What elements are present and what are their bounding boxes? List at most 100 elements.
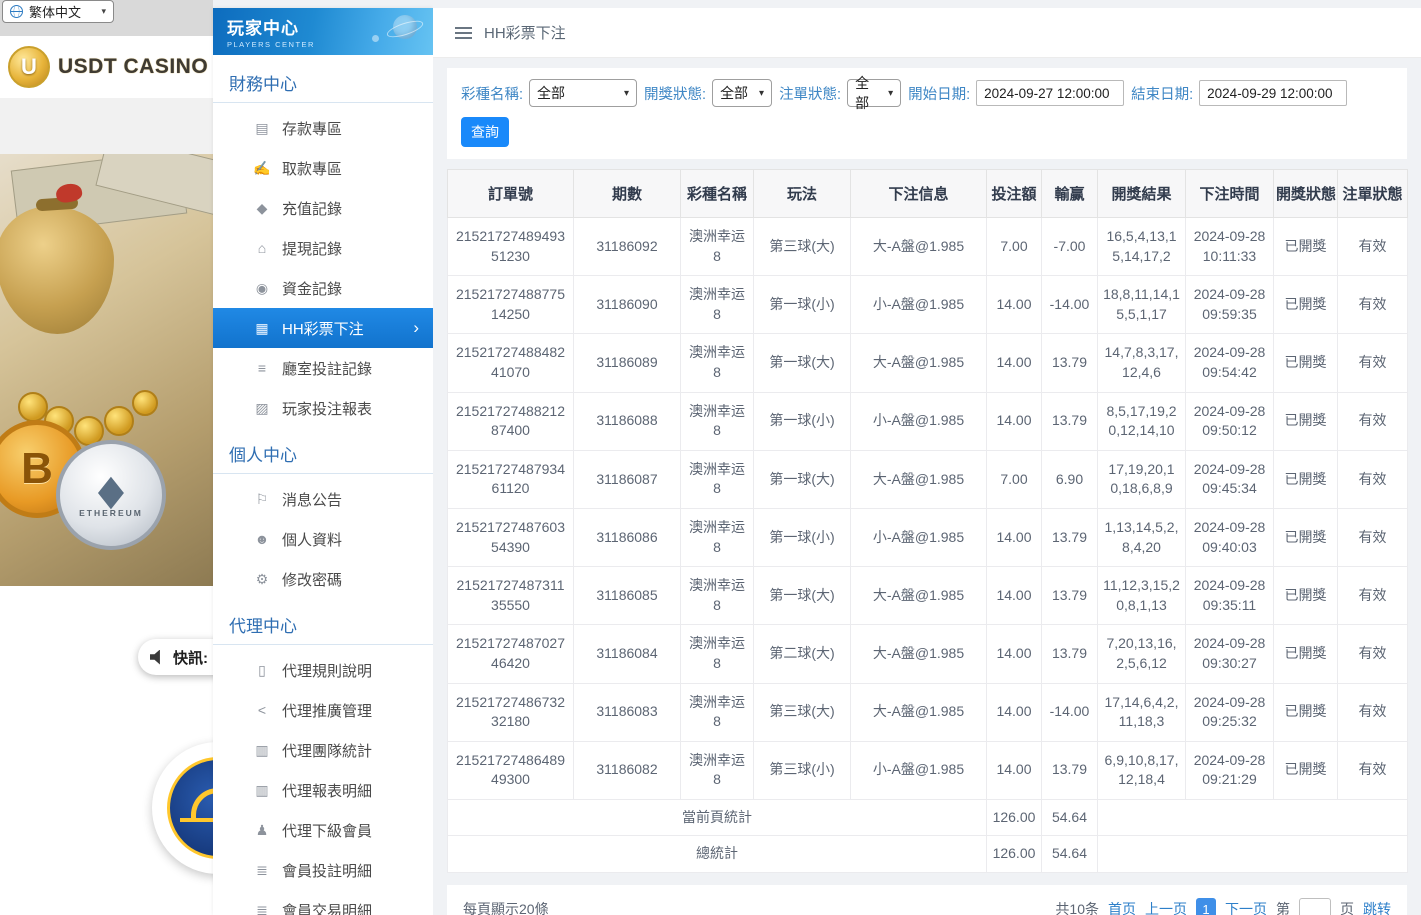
cell-order-no: 2152172748648949300	[448, 741, 574, 799]
site-logo[interactable]: U USDT CASINO	[0, 36, 213, 98]
page-jump-input[interactable]	[1299, 898, 1331, 915]
pagination-bar: 每頁顯示20條 共10条 首页 上一页 1 下一页 第 页 跳转	[447, 885, 1407, 915]
cell-play-type: 第三球(小)	[754, 741, 851, 799]
cell-bet-info: 大-A盤@1.985	[851, 683, 987, 741]
first-page-link[interactable]: 首页	[1108, 899, 1136, 915]
cell-bet-amount: 7.00	[987, 450, 1042, 508]
col-header-lottery-name: 彩種名稱	[681, 170, 754, 218]
announcement-icon: ⚐	[253, 491, 271, 508]
sidebar-item-announcements[interactable]: ⚐消息公告	[213, 479, 433, 519]
deposit-icon: ▤	[253, 120, 271, 137]
cell-bet-time: 2024-09-28 09:21:29	[1186, 741, 1274, 799]
caret-down-icon: ▾	[759, 88, 764, 99]
table-row: 215217274864894930031186082澳洲幸运8第三球(小)小-…	[448, 741, 1408, 799]
bitcoin-symbol: B	[21, 444, 53, 494]
draw-status-select[interactable]: 全部 ▾	[712, 79, 772, 107]
next-page-link[interactable]: 下一页	[1225, 899, 1267, 915]
summary-bet-total: 126.00	[987, 799, 1042, 836]
withdraw-icon: ✍	[253, 160, 271, 177]
sidebar-item-room-bet-records[interactable]: ≡廳室投註記錄	[213, 348, 433, 388]
sidebar-item-member-bet-details[interactable]: ≣會員投註明細	[213, 850, 433, 890]
cell-win-loss: 13.79	[1042, 508, 1098, 566]
current-page-number[interactable]: 1	[1196, 898, 1216, 915]
sidebar-item-deposit-zone[interactable]: ▤ 存款專區	[213, 108, 433, 148]
table-row: 215217274870274642031186084澳洲幸运8第二球(大)大-…	[448, 625, 1408, 683]
jump-suffix-label: 页	[1340, 899, 1354, 915]
cell-draw-status: 已開獎	[1274, 567, 1338, 625]
globe-icon	[10, 5, 23, 18]
hamburger-icon[interactable]	[455, 27, 472, 39]
sidebar-item-agent-rules[interactable]: ▯代理規則說明	[213, 650, 433, 690]
cell-lottery-name: 澳洲幸运8	[681, 741, 754, 799]
sidebar-item-hh-lottery-bets[interactable]: ▦HH彩票下注›	[213, 308, 433, 348]
sidebar-item-label: 資金記錄	[282, 278, 342, 299]
cell-draw-status: 已開獎	[1274, 683, 1338, 741]
sidebar-item-agent-sub-members[interactable]: ♟代理下級會員	[213, 810, 433, 850]
sidebar-item-player-bet-report[interactable]: ▨玩家投注報表	[213, 388, 433, 428]
order-status-select[interactable]: 全部 ▾	[847, 79, 901, 107]
ethereum-coin-graphic: ◆ ETHEREUM	[56, 440, 166, 550]
sidebar-item-recharge-records[interactable]: ◆充值記錄	[213, 188, 433, 228]
table-row: 215217274882128740031186088澳洲幸运8第一球(小)小-…	[448, 392, 1408, 450]
sidebar-item-label: 存款專區	[282, 118, 342, 139]
sidebar-item-change-password[interactable]: ⚙修改密碼	[213, 559, 433, 599]
cell-bet-amount: 14.00	[987, 276, 1042, 334]
jump-button[interactable]: 跳转	[1363, 899, 1391, 915]
profile-icon: ☻	[253, 531, 271, 547]
start-date-input[interactable]	[976, 80, 1124, 106]
cell-bet-info: 大-A盤@1.985	[851, 567, 987, 625]
cell-period: 31186089	[574, 334, 681, 392]
member-transaction-icon: ≣	[253, 902, 271, 915]
col-header-order-status: 注單狀態	[1338, 170, 1408, 218]
cell-period: 31186082	[574, 741, 681, 799]
end-date-input[interactable]	[1199, 80, 1347, 106]
cell-order-no: 2152172748760354390	[448, 508, 574, 566]
sidebar-item-member-transaction-details[interactable]: ≣會員交易明細	[213, 890, 433, 915]
cell-bet-amount: 14.00	[987, 508, 1042, 566]
cell-order-no: 2152172748949351230	[448, 218, 574, 276]
cell-bet-time: 2024-09-28 09:59:35	[1186, 276, 1274, 334]
lottery-select[interactable]: 全部 ▾	[529, 79, 637, 107]
sidebar-item-funds-records[interactable]: ◉資金記錄	[213, 268, 433, 308]
cell-draw-status: 已開獎	[1274, 741, 1338, 799]
cell-win-loss: 13.79	[1042, 567, 1098, 625]
cell-bet-info: 大-A盤@1.985	[851, 450, 987, 508]
cell-bet-info: 小-A盤@1.985	[851, 741, 987, 799]
sidebar-item-agent-report-details[interactable]: ▥代理報表明細	[213, 770, 433, 810]
cell-win-loss: 13.79	[1042, 625, 1098, 683]
summary-empty	[1098, 799, 1408, 836]
money-bag-graphic	[0, 206, 114, 334]
col-header-play-type: 玩法	[754, 170, 851, 218]
cell-win-loss: 13.79	[1042, 334, 1098, 392]
cell-bet-amount: 14.00	[987, 683, 1042, 741]
cell-bet-time: 2024-09-28 09:25:32	[1186, 683, 1274, 741]
sidebar-item-agent-promotion[interactable]: <代理推廣管理	[213, 690, 433, 730]
page-title: HH彩票下注	[484, 22, 566, 43]
cell-order-status: 有效	[1338, 450, 1408, 508]
sidebar-item-withdrawal-records[interactable]: ⌂提現記錄	[213, 228, 433, 268]
language-selector[interactable]: 繁体中文 ▾	[2, 0, 114, 23]
cell-order-no: 2152172748793461120	[448, 450, 574, 508]
logo-coin-graphic: U	[8, 46, 50, 88]
cell-lottery-name: 澳洲幸运8	[681, 392, 754, 450]
cell-period: 31186090	[574, 276, 681, 334]
language-label: 繁体中文	[29, 2, 81, 21]
cell-bet-amount: 7.00	[987, 218, 1042, 276]
table-row: 215217274884824107031186089澳洲幸运8第一球(大)大-…	[448, 334, 1408, 392]
col-header-win-loss: 輸赢	[1042, 170, 1098, 218]
sidebar-section-finance-center: 財務中心	[213, 57, 433, 103]
bet-records-table: 訂單號期數彩種名稱玩法下注信息投注額輸赢開獎結果下注時間開獎狀態注單狀態 215…	[447, 169, 1408, 873]
top-strip: 繁体中文 ▾	[0, 0, 213, 36]
jump-prefix-label: 第	[1276, 899, 1290, 915]
summary-bet-total: 126.00	[987, 836, 1042, 873]
sidebar-item-agent-team-stats[interactable]: ▥代理團隊統計	[213, 730, 433, 770]
prev-page-link[interactable]: 上一页	[1145, 899, 1187, 915]
sidebar-item-label: 廳室投註記錄	[282, 358, 372, 379]
search-button[interactable]: 查詢	[461, 117, 509, 147]
caret-down-icon: ▾	[624, 88, 629, 99]
badge-inner-graphic	[167, 757, 213, 859]
filter-row: 彩種名稱: 全部 ▾ 開獎狀態: 全部 ▾ 注單狀態: 全	[461, 79, 1393, 107]
sidebar-item-withdraw-zone[interactable]: ✍取款專區	[213, 148, 433, 188]
news-ticker[interactable]: 快訊:	[138, 639, 213, 675]
sidebar-item-profile[interactable]: ☻個人資料	[213, 519, 433, 559]
